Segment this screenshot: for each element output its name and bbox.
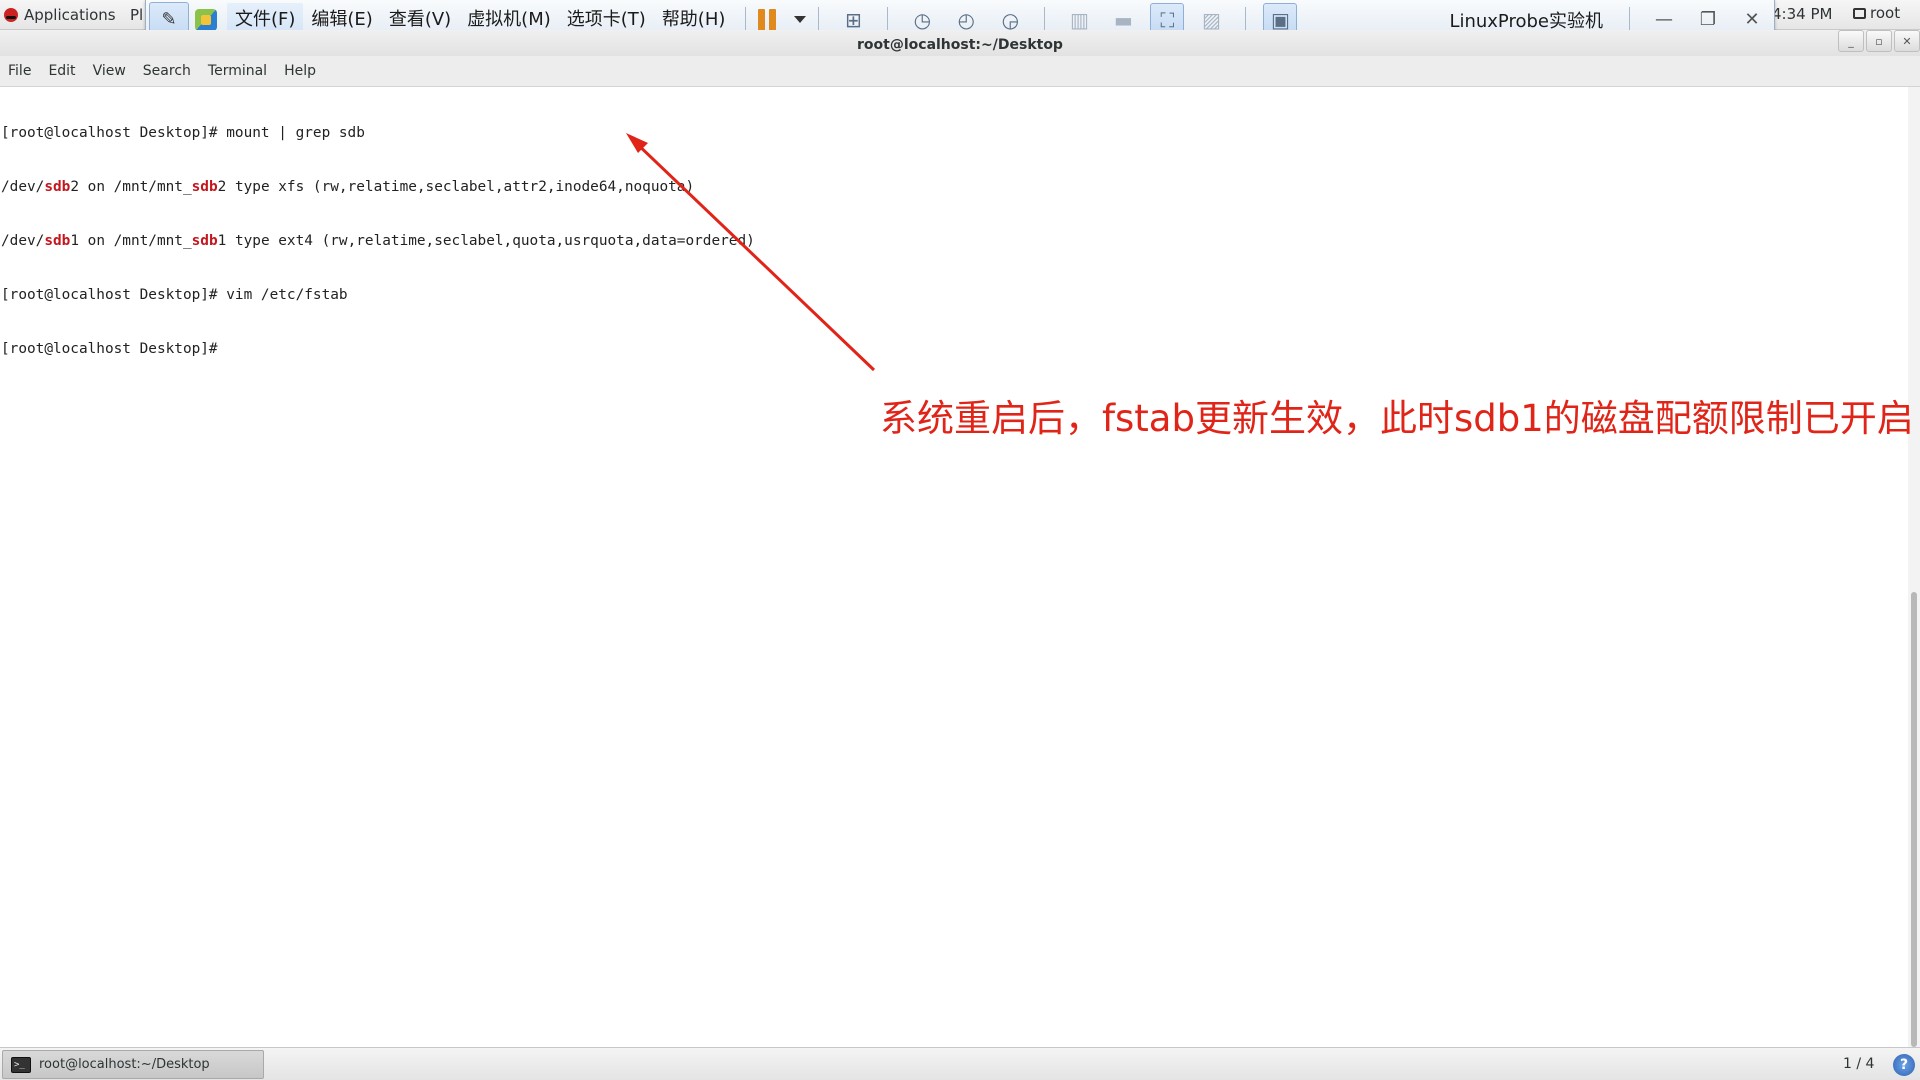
highlighted-match: sdb [44, 233, 71, 249]
terminal-menu-terminal[interactable]: Terminal [208, 63, 267, 79]
terminal-window-controls: _ ▫ ✕ [1838, 30, 1920, 52]
vm-name: LinuxProbe实验机 [1449, 10, 1603, 32]
terminal-line: [root@localhost Desktop]# vim /etc/fstab [1, 286, 1908, 304]
clock[interactable]: 4:34 PM [1772, 5, 1832, 23]
vmware-logo-icon[interactable] [195, 8, 217, 31]
terminal-window-title: root@localhost:~/Desktop [857, 37, 1063, 53]
toolbar-separator [1245, 6, 1247, 33]
terminal-line: /dev/sdb2 on /mnt/mnt_sdb2 type xfs (rw,… [1, 178, 1908, 196]
help-icon[interactable]: ? [1893, 1054, 1915, 1076]
terminal-line: [root@localhost Desktop]# [1, 340, 1908, 358]
sidebar-icon: ▥ [1069, 7, 1089, 32]
minimize-icon: — [1655, 9, 1673, 30]
applications-label: Applications [24, 6, 116, 24]
terminal-minimize-button[interactable]: _ [1838, 30, 1864, 52]
highlighted-match: sdb [191, 179, 218, 195]
annotation-text: 系统重启后，fstab更新生效，此时sdb1的磁盘配额限制已开启 [880, 397, 1914, 440]
highlighted-match: sdb [44, 179, 71, 195]
highlighted-match: sdb [191, 233, 218, 249]
taskbar-item-label: root@localhost:~/Desktop [39, 1057, 210, 1072]
bottom-taskbar: >_ root@localhost:~/Desktop 1 / 4 ? [0, 1047, 1920, 1080]
prompt-text: [root@localhost Desktop]# [1, 341, 227, 357]
close-icon: ✕ [1744, 9, 1760, 30]
pause-icon [758, 8, 766, 31]
command-text: [root@localhost Desktop]# vim /etc/fstab [1, 287, 348, 303]
toolbar-separator [1629, 6, 1630, 33]
close-icon: ✕ [1902, 34, 1912, 48]
user-icon [1853, 7, 1866, 19]
console-view-icon: ▣ [1270, 7, 1290, 32]
scrollbar-thumb[interactable] [1911, 592, 1917, 1047]
restore-icon: ❐ [1699, 9, 1717, 30]
terminal-line: [root@localhost Desktop]# mount | grep s… [1, 124, 1908, 142]
output-text: 2 type xfs (rw,relatime,seclabel,attr2,i… [217, 179, 695, 195]
terminal-scrollbar[interactable] [1908, 87, 1920, 1047]
output-text: 2 on /mnt/mnt_ [70, 179, 192, 195]
snapshot-clock-icon: ◷ [913, 7, 932, 32]
toolbar-separator [1044, 6, 1046, 33]
user-name: root [1870, 4, 1901, 22]
places-menu[interactable]: Pl [130, 6, 143, 24]
thumbnail-bar-icon: ▬ [1113, 7, 1133, 32]
terminal-line: /dev/sdb1 on /mnt/mnt_sdb1 type ext4 (rw… [1, 232, 1908, 250]
power-dropdown-icon[interactable] [794, 16, 807, 23]
terminal-menu-search[interactable]: Search [143, 63, 191, 79]
pause-icon-bar [769, 8, 777, 31]
terminal-close-button[interactable]: ✕ [1894, 30, 1920, 52]
applications-menu[interactable]: Applications [4, 0, 116, 30]
snapshot-manager-icon: ◶ [1001, 7, 1020, 32]
unity-icon: ▨ [1201, 7, 1221, 32]
terminal-menu-edit[interactable]: Edit [48, 63, 75, 79]
toolbar-separator [887, 6, 889, 33]
redhat-logo-icon [4, 8, 18, 22]
pause-vm-button[interactable] [758, 8, 807, 31]
terminal-menu-view[interactable]: View [93, 63, 126, 79]
user-menu[interactable]: root [1853, 4, 1900, 22]
minimize-icon: _ [1848, 34, 1854, 48]
fullscreen-icon: ⛶ [1160, 7, 1175, 32]
terminal-title-bar[interactable]: root@localhost:~/Desktop [0, 30, 1920, 56]
terminal-menu-help[interactable]: Help [284, 63, 316, 79]
terminal-output[interactable]: [root@localhost Desktop]# mount | grep s… [0, 87, 1908, 1047]
terminal-icon: >_ [11, 1056, 31, 1073]
terminal-menu-file[interactable]: File [8, 63, 31, 79]
output-text: /dev/ [1, 233, 45, 249]
workspace-indicator[interactable]: 1 / 4 [1843, 1056, 1874, 1072]
toolbar-separator [745, 6, 747, 33]
toolbar-separator [818, 6, 820, 33]
snapshot-revert-icon: ◴ [957, 7, 976, 32]
terminal-menubar: File Edit View Search Terminal Help [0, 56, 1920, 87]
network-icon: ⊞ [845, 7, 862, 32]
terminal-maximize-button[interactable]: ▫ [1866, 30, 1892, 52]
output-text: /dev/ [1, 179, 45, 195]
command-text: [root@localhost Desktop]# mount | grep s… [1, 125, 365, 141]
output-text: 1 type ext4 (rw,relatime,seclabel,quota,… [217, 233, 755, 249]
maximize-icon: ▫ [1875, 34, 1883, 48]
output-text: 1 on /mnt/mnt_ [70, 233, 192, 249]
pin-icon: ✎ [161, 9, 177, 30]
taskbar-terminal-item[interactable]: >_ root@localhost:~/Desktop [2, 1050, 264, 1079]
